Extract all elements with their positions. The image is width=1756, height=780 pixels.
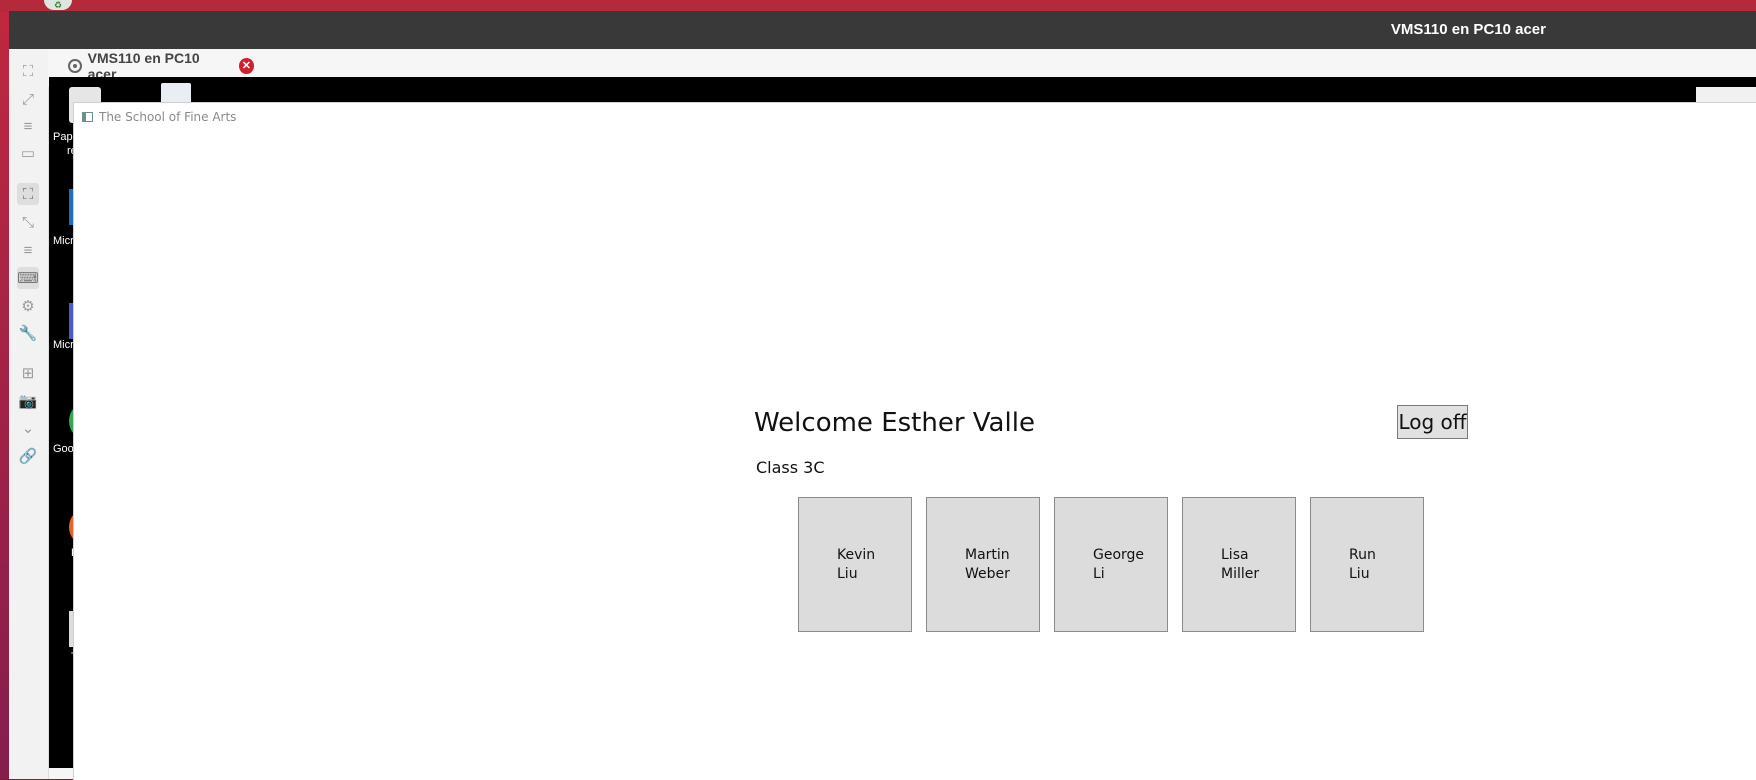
menu-icon[interactable]: ≡ (17, 115, 39, 137)
student-first-name: Lisa (1221, 546, 1249, 563)
class-label: Class 3C (756, 458, 825, 477)
window-icon[interactable]: ▭ (17, 142, 39, 164)
camera-icon[interactable]: 📷 (17, 390, 39, 412)
fit-screen-icon[interactable]: ⛶ (17, 183, 39, 205)
add-window-icon[interactable]: ⊞ (17, 362, 39, 384)
school-app-window: The School of Fine Arts (73, 102, 1756, 780)
remote-session-icon (68, 58, 82, 73)
welcome-heading: Welcome Esther Valle (754, 408, 1035, 438)
student-first-name: Run (1349, 546, 1376, 563)
student-tile-martin-weber[interactable]: Martin Weber (926, 497, 1040, 632)
resize-icon[interactable]: ⤡ (17, 211, 39, 233)
student-first-name: Martin (965, 546, 1010, 563)
student-tile-lisa-miller[interactable]: Lisa Miller (1182, 497, 1296, 632)
link-icon[interactable]: 🔗 (17, 445, 39, 467)
app-window-icon (82, 112, 93, 122)
keyboard-icon[interactable]: ⌨ (17, 267, 39, 289)
list-icon[interactable]: ≡ (17, 239, 39, 261)
student-last-name: Liu (837, 565, 858, 582)
screenshot-area-icon[interactable]: ⛶ (17, 60, 39, 82)
desktop-icon-label: Pap (53, 131, 73, 143)
student-tile-george-li[interactable]: George Li (1054, 497, 1168, 632)
student-last-name: Miller (1221, 565, 1260, 582)
student-tile-run-liu[interactable]: Run Liu (1310, 497, 1424, 632)
student-first-name: Kevin (837, 546, 876, 563)
student-last-name: Weber (965, 565, 1010, 582)
settings-icon[interactable]: ⚙ (17, 295, 39, 317)
wrench-icon[interactable]: 🔧 (17, 322, 39, 344)
remote-tray-icons (1696, 87, 1756, 103)
student-last-name: Liu (1349, 565, 1370, 582)
side-toolbar: ⛶ ⤢ ≡ ▭ ⛶ ⤡ ≡ ⌨ ⚙ 🔧 ⊞ 📷 ⌄ 🔗 (9, 49, 49, 779)
student-tile-kevin-liu[interactable]: Kevin Liu (798, 497, 912, 632)
chevron-down-icon[interactable]: ⌄ (17, 417, 39, 439)
window-title: VMS110 en PC10 acer (1390, 21, 1546, 38)
school-window-titlebar: The School of Fine Arts (82, 110, 236, 124)
student-first-name: George (1093, 546, 1145, 563)
school-window-title: The School of Fine Arts (99, 110, 237, 124)
fullscreen-icon[interactable]: ⤢ (17, 88, 39, 110)
title-bar: VMS110 en PC10 acer (9, 11, 1756, 49)
student-last-name: Li (1093, 565, 1105, 582)
logoff-button[interactable]: Log off (1397, 405, 1468, 439)
close-icon[interactable]: ✕ (238, 57, 254, 74)
